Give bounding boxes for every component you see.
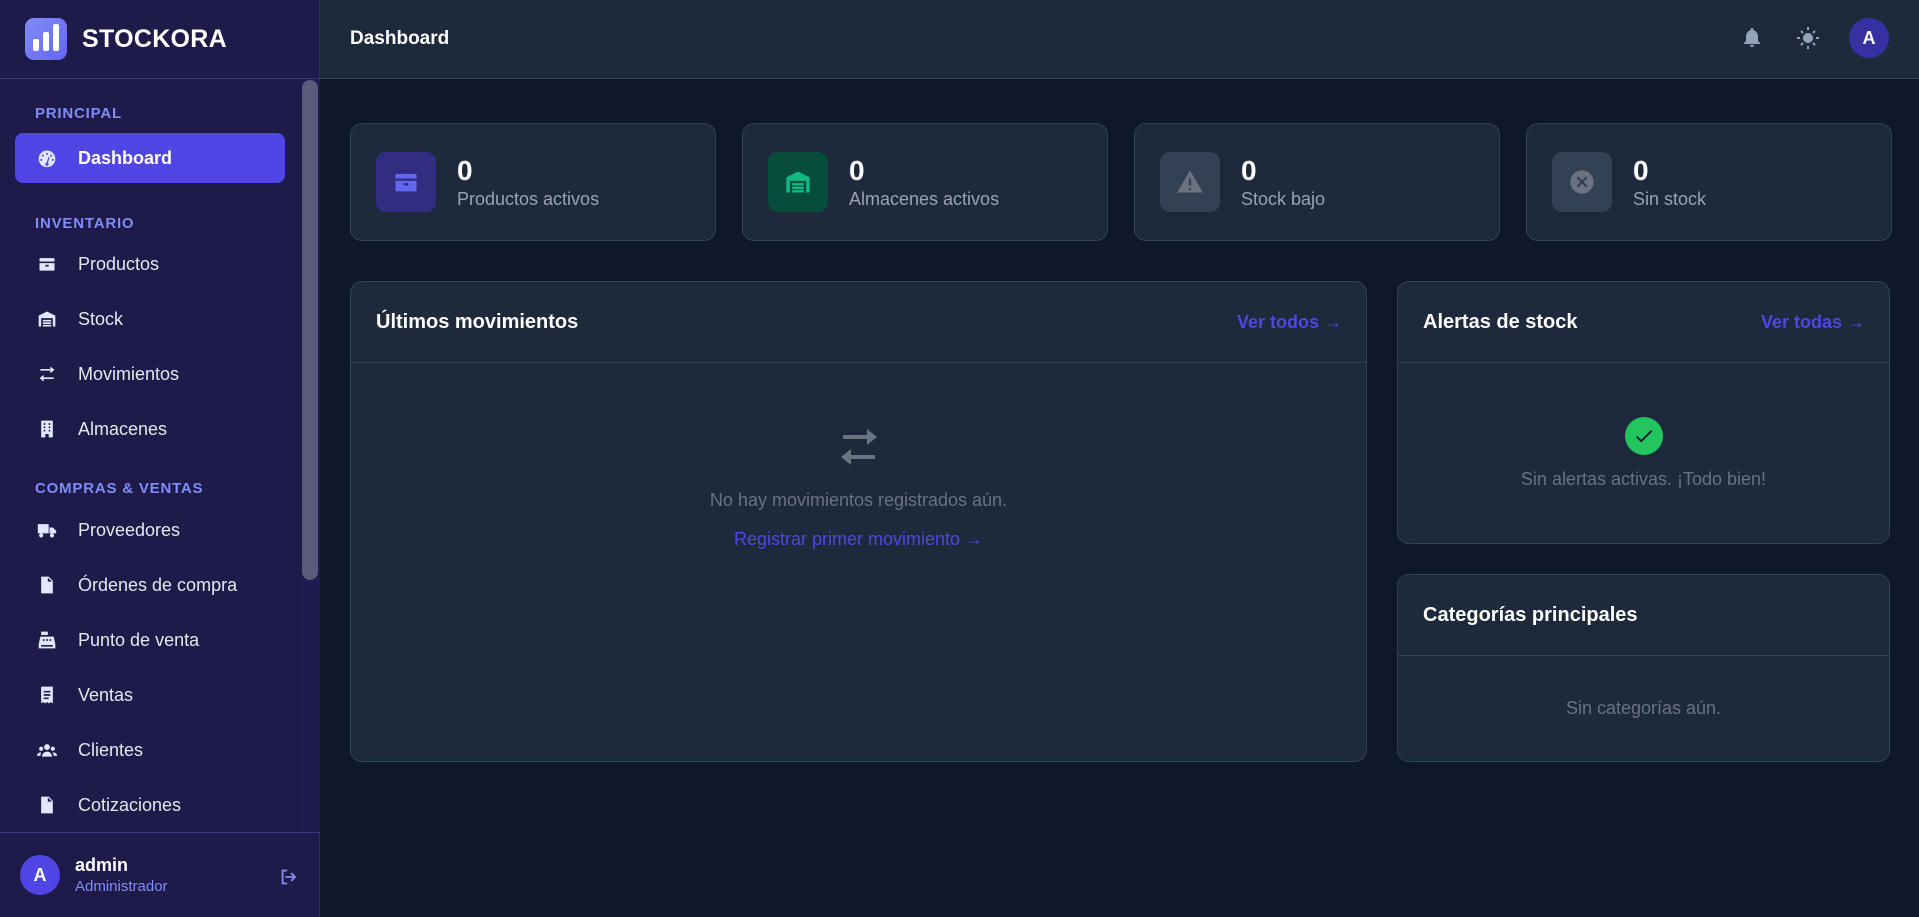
- brand[interactable]: STOCKORA: [0, 0, 319, 79]
- sidebar-item-dashboard[interactable]: Dashboard: [15, 133, 285, 183]
- section-principal: PRINCIPAL: [35, 105, 122, 122]
- file-lines-icon: [35, 793, 59, 817]
- file-invoice-icon: [35, 573, 59, 597]
- sidebar-item-label: Proveedores: [78, 519, 181, 540]
- sidebar-scroll-thumb[interactable]: [302, 80, 318, 580]
- stat-value: 0: [1241, 154, 1257, 186]
- warning-triangle-icon: [1160, 152, 1220, 212]
- sidebar-item-ordenes-de-compra[interactable]: Órdenes de compra: [15, 560, 285, 610]
- stat-value: 0: [1633, 154, 1649, 186]
- stat-card-stock-bajo[interactable]: 0 Stock bajo: [1134, 123, 1500, 241]
- warehouse-icon: [768, 152, 828, 212]
- user-panel: A admin Administrador: [0, 832, 320, 917]
- chart-bars-icon: [25, 18, 67, 60]
- arrows-exchange-icon: [835, 423, 883, 476]
- users-icon: [35, 738, 59, 762]
- box-icon: [35, 252, 59, 276]
- stat-card-sin-stock[interactable]: 0 Sin stock: [1526, 123, 1892, 241]
- view-all-movements-link[interactable]: Ver todos →: [1237, 312, 1342, 333]
- movements-title: Últimos movimientos: [376, 310, 579, 333]
- stat-label: Productos activos: [457, 188, 600, 209]
- section-compras-ventas: COMPRAS & VENTAS: [35, 480, 204, 497]
- stat-card-productos[interactable]: 0 Productos activos: [350, 123, 716, 241]
- stats-row: 0 Productos activos 0 Almacenes activos …: [350, 123, 1892, 241]
- sidebar-item-label: Cotizaciones: [78, 794, 182, 815]
- brand-name: STOCKORA: [82, 24, 228, 53]
- sun-icon[interactable]: [1793, 23, 1823, 53]
- sidebar-item-label: Almacenes: [78, 418, 168, 439]
- sidebar-item-punto-de-venta[interactable]: Punto de venta: [15, 615, 285, 665]
- categories-title: Categorías principales: [1423, 603, 1638, 626]
- topbar-avatar[interactable]: A: [1849, 18, 1889, 58]
- sidebar-item-clientes[interactable]: Clientes: [15, 725, 285, 775]
- stat-label: Almacenes activos: [849, 188, 1000, 209]
- gauge-icon: [35, 146, 59, 170]
- page-title: Dashboard: [350, 28, 450, 49]
- movements-empty-text: No hay movimientos registrados aún.: [709, 490, 1008, 510]
- user-avatar[interactable]: A: [20, 855, 60, 895]
- sidebar-item-proveedores[interactable]: Proveedores: [15, 505, 285, 555]
- sidebar-item-label: Clientes: [78, 739, 144, 760]
- sidebar-item-label: Órdenes de compra: [78, 574, 238, 595]
- user-name: admin: [75, 855, 129, 875]
- stat-label: Sin stock: [1633, 188, 1707, 209]
- stat-label: Stock bajo: [1241, 188, 1326, 209]
- stat-card-almacenes[interactable]: 0 Almacenes activos: [742, 123, 1108, 241]
- sidebar-item-ventas[interactable]: Ventas: [15, 670, 285, 720]
- categories-empty-text: Sin categorías aún.: [1565, 698, 1722, 718]
- receipt-icon: [35, 683, 59, 707]
- view-all-alerts-link[interactable]: Ver todas →: [1761, 312, 1865, 333]
- movements-panel: Últimos movimientos Ver todos → No hay m…: [350, 281, 1367, 762]
- sidebar-item-cotizaciones[interactable]: Cotizaciones: [15, 780, 285, 830]
- sidebar-item-label: Productos: [78, 253, 160, 274]
- sidebar-item-stock[interactable]: Stock: [15, 294, 285, 344]
- box-icon: [376, 152, 436, 212]
- cash-register-icon: [35, 628, 59, 652]
- sidebar-item-label: Stock: [78, 308, 124, 329]
- logout-icon[interactable]: [278, 866, 302, 888]
- topbar: Dashboard A: [320, 0, 1919, 79]
- sidebar: STOCKORA PRINCIPAL Dashboard INVENTARIO …: [0, 0, 320, 917]
- section-inventario: INVENTARIO: [35, 215, 135, 232]
- x-circle-icon: [1552, 152, 1612, 212]
- sidebar-item-label: Punto de venta: [78, 629, 200, 650]
- sidebar-scrollbar[interactable]: [300, 80, 320, 832]
- sidebar-item-movimientos[interactable]: Movimientos: [15, 349, 285, 399]
- alerts-title: Alertas de stock: [1423, 310, 1578, 333]
- truck-icon: [35, 518, 59, 542]
- stat-value: 0: [457, 154, 473, 186]
- categories-panel: Categorías principales Sin categorías aú…: [1397, 574, 1890, 762]
- bell-icon[interactable]: [1737, 23, 1767, 53]
- check-circle-icon: [1624, 417, 1663, 455]
- warehouse-icon: [35, 307, 59, 331]
- sidebar-item-label: Dashboard: [78, 147, 173, 168]
- sidebar-nav: PRINCIPAL Dashboard INVENTARIO Productos…: [0, 80, 300, 832]
- user-role: Administrador: [75, 878, 168, 895]
- alerts-empty-text: Sin alertas activas. ¡Todo bien!: [1520, 469, 1767, 489]
- register-first-movement-link[interactable]: Registrar primer movimiento →: [734, 529, 983, 550]
- stat-value: 0: [849, 154, 865, 186]
- sidebar-item-label: Movimientos: [78, 363, 180, 384]
- arrows-exchange-icon: [35, 362, 59, 386]
- sidebar-item-productos[interactable]: Productos: [15, 239, 285, 289]
- sidebar-item-label: Ventas: [78, 684, 134, 705]
- sidebar-item-almacenes[interactable]: Almacenes: [15, 404, 285, 454]
- building-icon: [35, 417, 59, 441]
- stock-alerts-panel: Alertas de stock Ver todas → Sin alertas…: [1397, 281, 1890, 544]
